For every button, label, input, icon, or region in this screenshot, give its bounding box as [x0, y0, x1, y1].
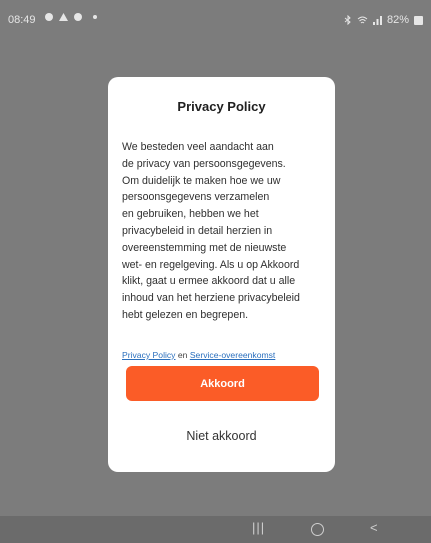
policy-line: privacybeleid in detail herzien in: [122, 224, 273, 237]
back-button[interactable]: <: [370, 520, 378, 535]
signal-icon: [372, 15, 382, 25]
policy-links: Privacy Policy en Service-overeenkomst: [122, 350, 275, 360]
app-notification-icon: [74, 13, 82, 21]
policy-line: de privacy van persoonsgegevens.: [122, 157, 286, 170]
policy-line: We besteden veel aandacht aan: [122, 141, 274, 153]
policy-line: klikt, gaat u ermee akkoord dat u alle: [122, 275, 296, 288]
privacy-policy-link[interactable]: Privacy Policy: [122, 350, 175, 360]
policy-line: persoonsgegevens verzamelen: [122, 191, 270, 204]
status-bar: 08:49 82%: [0, 0, 431, 40]
battery-icon: [414, 15, 423, 25]
app-notification-icon: [45, 13, 53, 21]
wifi-icon: [357, 16, 368, 23]
battery-percentage: 82%: [386, 14, 409, 26]
status-time: 08:49: [8, 14, 36, 26]
policy-line: wet- en regelgeving. Als u op Akkoord: [122, 258, 300, 271]
app-notification-icon: [59, 13, 68, 21]
policy-line: en gebruiken, hebben we het: [122, 208, 259, 221]
agree-button[interactable]: Akkoord: [126, 366, 319, 401]
recent-apps-button[interactable]: |||: [252, 520, 265, 535]
policy-line: inhoud van het herziene privacybeleid: [122, 292, 300, 305]
home-button[interactable]: [311, 523, 324, 536]
policy-line: Om duidelijk te maken hoe we uw: [122, 174, 281, 187]
policy-body-text[interactable]: We besteden veel aandacht aan de privacy…: [122, 139, 327, 335]
more-notifications-dot: [93, 15, 97, 19]
policy-line: hebt gelezen en begrepen.: [122, 308, 249, 321]
notification-icons: [44, 12, 97, 22]
dialog-title: Privacy Policy: [177, 99, 266, 114]
policy-line: overeenstemming met de nieuwste: [122, 241, 287, 254]
service-agreement-link[interactable]: Service-overeenkomst: [190, 350, 276, 360]
disagree-button[interactable]: Niet akkoord: [108, 429, 335, 443]
privacy-policy-dialog: Privacy Policy We besteden veel aandacht…: [108, 77, 335, 472]
status-right: 82%: [344, 14, 423, 26]
navigation-bar: ||| <: [0, 516, 431, 543]
link-conjunction: en: [177, 350, 188, 360]
bluetooth-icon: [344, 15, 351, 25]
